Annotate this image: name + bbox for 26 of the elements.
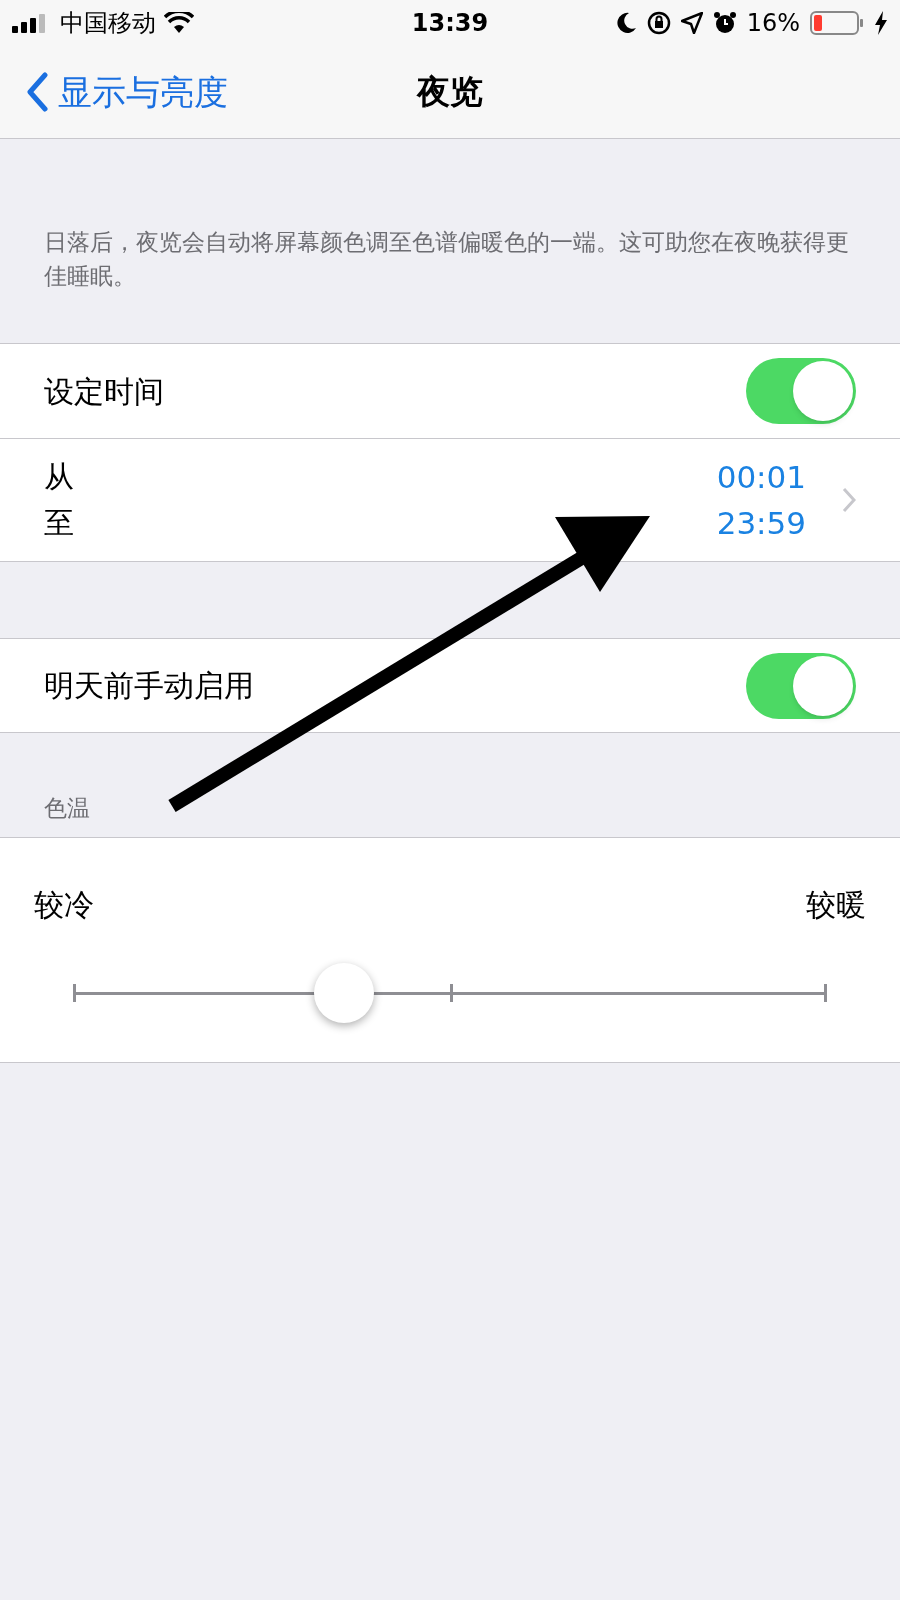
charging-icon xyxy=(874,11,888,35)
section-header: 色温 xyxy=(44,793,90,823)
wifi-icon xyxy=(164,12,194,34)
warmer-label: 较暖 xyxy=(806,886,866,924)
back-button[interactable]: 显示与亮度 xyxy=(0,66,228,118)
rotation-lock-icon xyxy=(646,11,671,35)
carrier-name: 中国移动 xyxy=(60,8,156,39)
cooler-label: 较冷 xyxy=(34,886,94,924)
to-label: 至 xyxy=(44,504,74,542)
from-label: 从 xyxy=(44,458,74,496)
clock-time: 13:39 xyxy=(411,8,489,39)
battery-icon xyxy=(810,11,864,35)
location-icon xyxy=(680,12,703,34)
to-time: 23:59 xyxy=(716,504,806,543)
page-title: 夜览 xyxy=(417,71,483,114)
manual-enable-label: 明天前手动启用 xyxy=(44,667,254,705)
from-time: 00:01 xyxy=(716,458,806,497)
battery-percent: 16% xyxy=(746,8,800,39)
alarm-icon xyxy=(712,11,737,35)
chevron-right-icon xyxy=(842,487,856,513)
moon-icon xyxy=(616,12,637,34)
schedule-label: 设定时间 xyxy=(44,372,164,411)
time-range-row[interactable]: 从 至 00:01 23:59 xyxy=(0,439,900,561)
description-text: 日落后，夜览会自动将屏幕颜色调至色谱偏暖色的一端。这可助您在夜晚获得更佳睡眠。 xyxy=(44,228,850,291)
slider-thumb[interactable] xyxy=(314,963,375,1023)
chevron-left-icon xyxy=(26,72,48,112)
